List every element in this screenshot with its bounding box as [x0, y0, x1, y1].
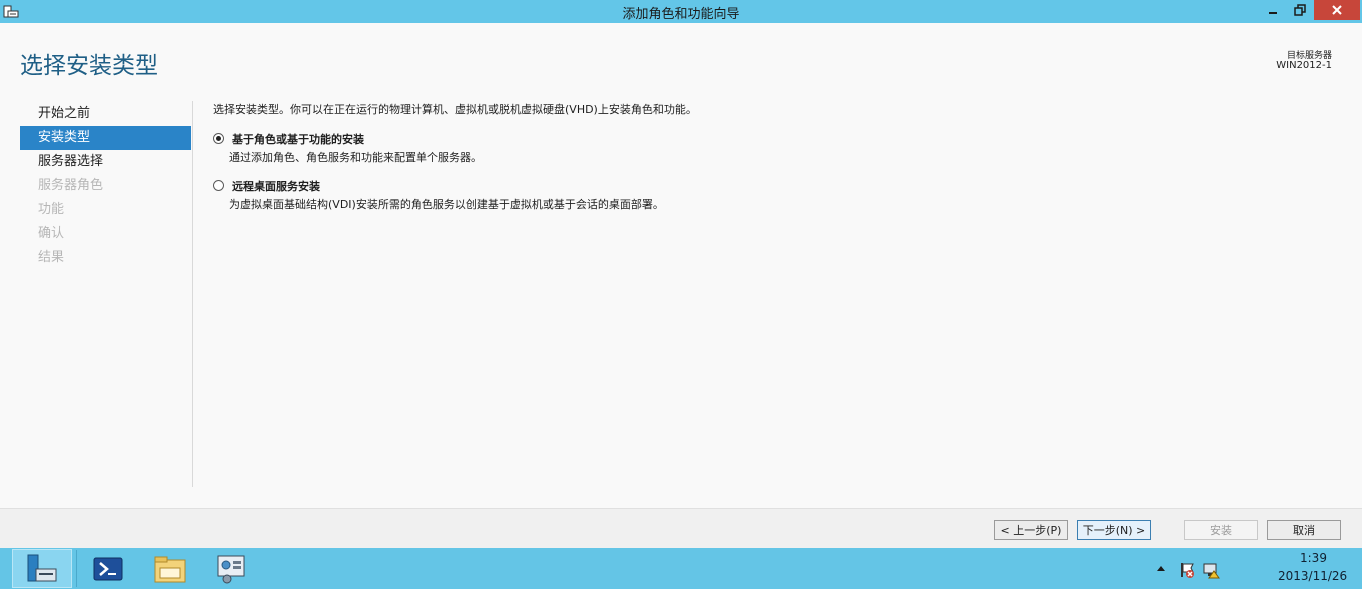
radio-remote-desktop[interactable]	[213, 180, 224, 191]
restore-icon	[1294, 4, 1306, 16]
clock-time[interactable]: 1:39	[1300, 551, 1327, 565]
show-hidden-icons-icon[interactable]	[1156, 564, 1166, 572]
nav-item-installation-type[interactable]: 安装类型	[20, 126, 191, 150]
previous-button[interactable]: < 上一步(P)	[994, 520, 1068, 540]
option-description: 为虚拟桌面基础结构(VDI)安装所需的角色服务以创建基于虚拟机或基于会话的桌面部…	[229, 198, 664, 211]
cancel-button[interactable]: 取消	[1267, 520, 1341, 540]
action-center-flag-icon[interactable]	[1178, 561, 1196, 579]
taskbar-separator	[76, 550, 77, 587]
destination-server-name: WIN2012-1	[1276, 60, 1332, 71]
window-title: 添加角色和功能向导	[622, 7, 740, 22]
close-button[interactable]	[1314, 0, 1360, 20]
intro-text: 选择安装类型。你可以在正在运行的物理计算机、虚拟机或脱机虚拟硬盘(VHD)上安装…	[213, 103, 697, 116]
wizard-steps-nav: 开始之前 安装类型 服务器选择 服务器角色 功能 确认 结果	[20, 102, 191, 270]
nav-item-confirmation: 确认	[38, 226, 65, 241]
clock-date[interactable]: 2013/11/26	[1278, 569, 1347, 583]
nav-item-server-selection[interactable]: 服务器选择	[20, 150, 191, 174]
option-label[interactable]: 基于角色或基于功能的安装	[232, 131, 364, 147]
wizard-button-bar: < 上一步(P) 下一步(N) > 安装 取消	[0, 508, 1362, 549]
network-icon[interactable]	[1202, 561, 1220, 579]
option-label[interactable]: 远程桌面服务安装	[232, 178, 320, 194]
taskbar-control-panel[interactable]	[202, 549, 262, 588]
taskbar-powershell[interactable]	[78, 549, 138, 588]
nav-divider	[192, 101, 193, 487]
powershell-icon	[93, 557, 123, 580]
system-settings-icon	[217, 555, 245, 583]
taskbar-file-explorer[interactable]	[140, 549, 200, 588]
next-button[interactable]: 下一步(N) >	[1077, 520, 1151, 540]
close-icon	[1332, 5, 1342, 15]
minimize-button[interactable]	[1260, 0, 1286, 20]
radio-role-based[interactable]	[213, 133, 224, 144]
taskbar-server-manager[interactable]	[12, 549, 72, 588]
minimize-icon	[1269, 12, 1277, 14]
page-title: 选择安装类型	[20, 53, 158, 79]
install-button: 安装	[1184, 520, 1258, 540]
server-manager-icon	[27, 554, 57, 581]
option-description: 通过添加角色、角色服务和功能来配置单个服务器。	[229, 151, 482, 164]
nav-item-server-roles: 服务器角色	[38, 178, 104, 193]
folder-icon	[154, 556, 186, 582]
restore-button[interactable]	[1287, 0, 1313, 20]
nav-item-results: 结果	[38, 250, 65, 265]
nav-item-before-you-begin[interactable]: 开始之前	[20, 102, 191, 126]
nav-item-features: 功能	[38, 202, 65, 217]
title-bar: 添加角色和功能向导	[0, 0, 1362, 23]
